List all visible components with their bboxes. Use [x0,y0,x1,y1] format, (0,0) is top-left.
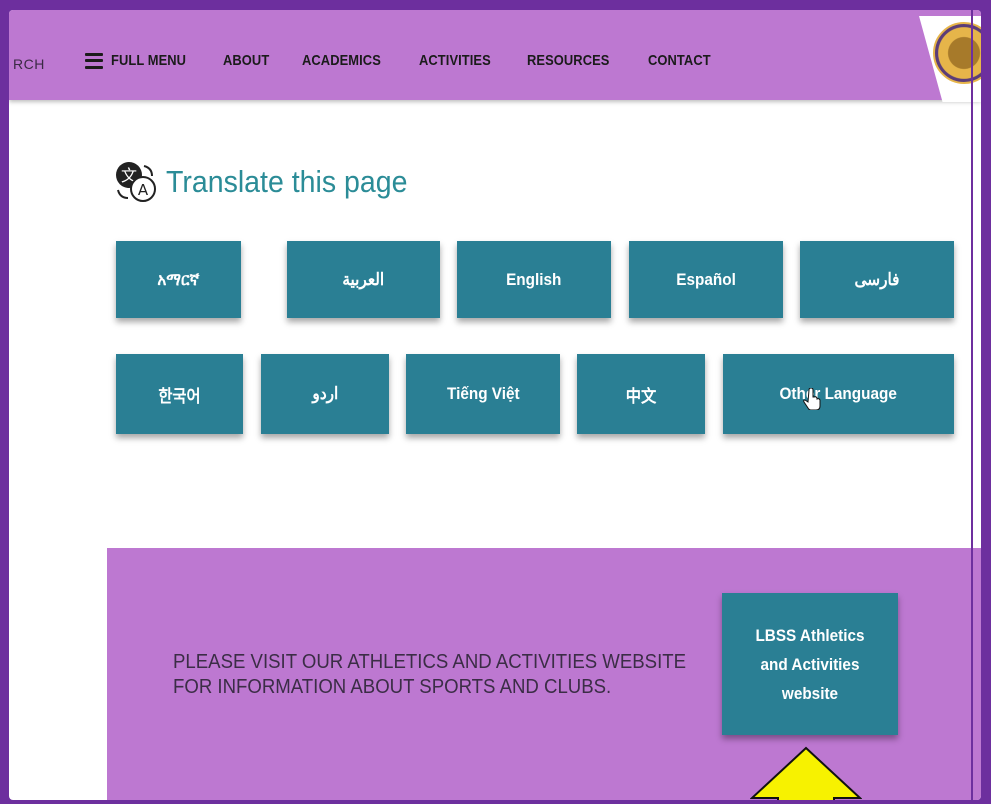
nav-contact[interactable]: CONTACT [648,52,711,69]
nav-full-menu[interactable]: FULL MENU [111,52,186,69]
lang-amharic-button[interactable]: አማርኛ [116,241,241,318]
lang-spanish-button[interactable]: Español [629,241,783,318]
lang-label: 한국어 [158,386,201,406]
athletics-button-label: LBSS Athletics and Activities website [755,625,865,703]
browser-frame: RCH FULL MENU ABOUT ACADEMICS ACTIVITIES… [9,10,981,800]
lang-vietnamese-button[interactable]: Tiếng Việt [406,354,560,434]
lang-label: Tiếng Việt [446,384,520,403]
lang-english-button[interactable]: English [457,241,611,318]
top-navigation-bar: RCH FULL MENU ABOUT ACADEMICS ACTIVITIES… [9,10,981,102]
lang-arabic-button[interactable]: العربية [287,241,440,318]
lang-farsi-button[interactable]: فارسی [800,241,954,318]
lang-label: English [506,269,562,289]
lang-label: አማርኛ [157,269,200,289]
lang-label: Español [676,269,736,289]
svg-text:A: A [138,181,149,199]
promo-text: PLEASE VISIT OUR ATHLETICS AND ACTIVITIE… [173,651,687,698]
lang-chinese-button[interactable]: 中文 [577,354,705,434]
yellow-arrow-icon [750,746,862,800]
lang-korean-button[interactable]: 한국어 [116,354,243,434]
nav-resources[interactable]: RESOURCES [527,52,609,69]
lang-label: فارسی [854,269,900,289]
translate-title: Translate this page [166,164,408,199]
lang-label: 中文 [625,386,657,406]
nav-menu: FULL MENU ABOUT ACADEMICS ACTIVITIES RES… [85,52,746,69]
nav-activities[interactable]: ACTIVITIES [419,52,491,69]
translate-heading: 文 A Translate this page [114,160,429,204]
nav-about[interactable]: ABOUT [223,52,269,69]
athletics-website-button[interactable]: LBSS Athletics and Activities website [722,593,898,735]
search-link[interactable]: RCH [13,56,45,72]
translate-icon: 文 A [116,162,156,202]
lang-label: Other Language [779,384,898,403]
lang-label: العربية [342,269,385,289]
lang-label: اردو [312,384,338,403]
hand-pointer-cursor-icon [803,388,821,410]
hamburger-menu-icon[interactable] [85,52,103,69]
nav-academics[interactable]: ACADEMICS [302,52,381,69]
lang-other-button[interactable]: Other Language [723,354,954,434]
lang-urdu-button[interactable]: اردو [261,354,389,434]
right-border [971,10,973,800]
